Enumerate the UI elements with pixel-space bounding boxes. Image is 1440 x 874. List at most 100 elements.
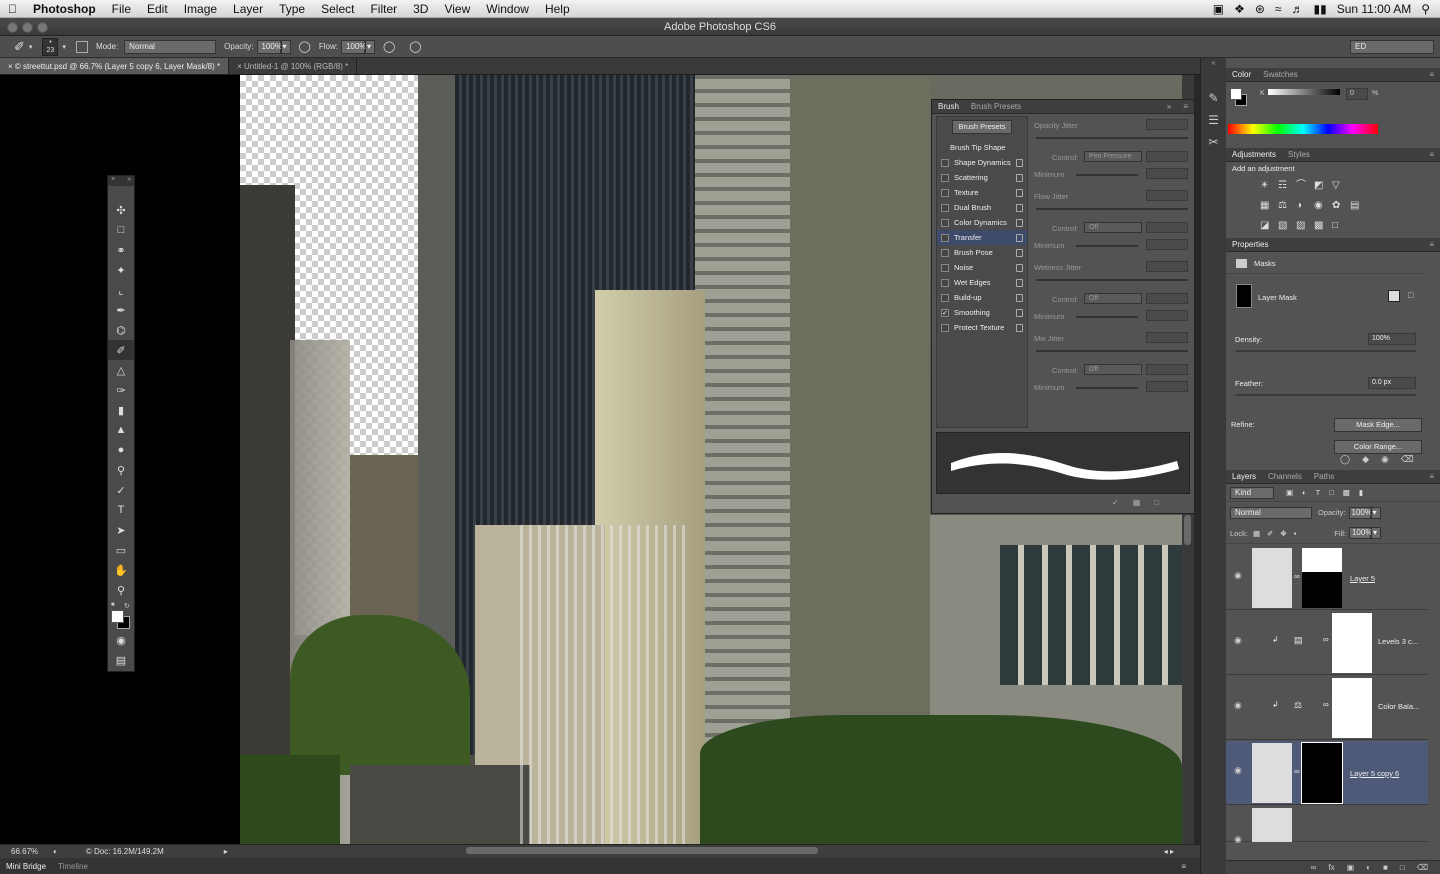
checkbox[interactable]: [941, 158, 949, 167]
tools-panel-header[interactable]: ×»: [108, 176, 134, 186]
layer-row[interactable]: ◉ ↲ ⚖ ∞ Color Bala...: [1226, 676, 1428, 740]
control-select-off[interactable]: Off: [1084, 222, 1142, 233]
lock-transparent-icon[interactable]: ▦: [1253, 529, 1260, 538]
filter-shape-icon[interactable]: □: [1329, 488, 1334, 497]
menu-help[interactable]: Help: [537, 2, 578, 16]
tab-swatches[interactable]: Swatches: [1257, 70, 1304, 79]
brush-option-item[interactable]: Texture: [937, 185, 1027, 200]
minimum-slider[interactable]: [1076, 316, 1138, 318]
airbrush-icon[interactable]: ◯: [383, 40, 395, 53]
apple-icon[interactable]: : [0, 2, 25, 16]
feather-slider[interactable]: [1236, 394, 1416, 396]
brush-option-item[interactable]: Color Dynamics: [937, 215, 1027, 230]
minimum-value[interactable]: [1146, 168, 1188, 179]
menu-file[interactable]: File: [104, 2, 139, 16]
lock-icon[interactable]: [1016, 188, 1023, 197]
color-balance-icon[interactable]: ⚖: [1278, 196, 1296, 216]
zoom-level[interactable]: 66.67%: [11, 847, 47, 856]
checkbox[interactable]: [941, 248, 949, 257]
clone-stamp-tool-icon[interactable]: △: [108, 360, 134, 380]
chain-link-icon[interactable]: ∞: [1323, 700, 1329, 709]
menu-view[interactable]: View: [436, 2, 478, 16]
eraser-tool-icon[interactable]: ▮: [108, 400, 134, 420]
menu-photoshop[interactable]: Photoshop: [25, 2, 104, 16]
tool-preset-dropdown-icon[interactable]: ▾: [29, 43, 33, 51]
layer-style-icon[interactable]: fx: [1328, 863, 1334, 872]
type-tool-icon[interactable]: T: [108, 500, 134, 520]
minimum-value[interactable]: [1146, 381, 1188, 392]
layer-opacity-input[interactable]: 100%: [1348, 506, 1372, 519]
close-window-button[interactable]: [7, 22, 18, 33]
opacity-arrow-icon[interactable]: ▾: [1370, 506, 1381, 519]
lock-position-icon[interactable]: ✥: [1280, 529, 1286, 538]
brush-tool-icon[interactable]: ✐: [108, 340, 134, 360]
foreground-color[interactable]: [111, 610, 124, 623]
visibility-eye-icon[interactable]: ◉: [1234, 700, 1242, 711]
new-adjustment-icon[interactable]: ◐: [1366, 863, 1371, 872]
zoom-window-button[interactable]: [37, 22, 48, 33]
opacity-jitter-slider[interactable]: [1036, 137, 1188, 139]
spotlight-search-icon[interactable]: ⚲: [1421, 2, 1430, 16]
control-value-box[interactable]: [1146, 293, 1188, 304]
checkbox[interactable]: [941, 278, 949, 287]
control-select-off[interactable]: Off: [1084, 293, 1142, 304]
layer-row[interactable]: ◉ ∞ Layer 5: [1226, 546, 1428, 610]
quick-mask-icon[interactable]: ◉: [108, 630, 134, 650]
panel-menu-icon[interactable]: ≡: [1423, 150, 1440, 159]
color-lookup-icon[interactable]: ▤: [1350, 196, 1368, 216]
wetness-jitter-value[interactable]: [1146, 261, 1188, 272]
new-layer-icon[interactable]: □: [1400, 863, 1405, 872]
rectangle-tool-icon[interactable]: ▭: [108, 540, 134, 560]
horizontal-scroll-thumb[interactable]: [466, 847, 818, 854]
flow-jitter-slider[interactable]: [1036, 208, 1188, 210]
volume-icon[interactable]: ♬: [1291, 2, 1303, 16]
blend-mode-select[interactable]: Normal: [1230, 506, 1312, 519]
scroll-arrows-icon[interactable]: ◂ ▸: [1164, 847, 1174, 856]
tab-timeline[interactable]: Timeline: [52, 862, 94, 871]
collapse-icon[interactable]: »: [1161, 102, 1177, 111]
vertical-scroll-thumb[interactable]: [1184, 515, 1191, 545]
flow-input[interactable]: 100%: [340, 39, 366, 54]
posterize-icon[interactable]: ▧: [1278, 216, 1296, 236]
menu-layer[interactable]: Layer: [225, 2, 271, 16]
brush-picker-arrow-icon[interactable]: ▾: [62, 43, 66, 51]
mix-jitter-value[interactable]: [1146, 332, 1188, 343]
mask-edge-button[interactable]: Mask Edge...: [1334, 418, 1422, 432]
move-tool-icon[interactable]: ✣: [108, 200, 134, 220]
wetness-jitter-slider[interactable]: [1036, 279, 1188, 281]
delete-layer-icon[interactable]: ⌫: [1417, 863, 1428, 872]
marquee-tool-icon[interactable]: □: [108, 220, 134, 240]
layer-row[interactable]: ◉ ↲ ▤ ∞ Levels 3 c...: [1226, 611, 1428, 675]
panel-menu-icon[interactable]: ≡: [1181, 862, 1186, 871]
tab-streettut[interactable]: × © streettut.psd @ 66.7% (Layer 5 copy …: [0, 58, 230, 74]
lock-image-icon[interactable]: ✐: [1267, 529, 1273, 538]
path-selection-tool-icon[interactable]: ➤: [108, 520, 134, 540]
minimum-value[interactable]: [1146, 239, 1188, 250]
lock-icon[interactable]: [1016, 203, 1023, 212]
paint-bucket-tool-icon[interactable]: ▲: [108, 420, 134, 440]
opacity-input[interactable]: 100%: [256, 39, 282, 54]
brush-option-item[interactable]: Protect Texture: [937, 320, 1027, 335]
minimum-slider[interactable]: [1076, 245, 1138, 247]
link-layers-icon[interactable]: ∞: [1311, 863, 1317, 872]
tab-brush[interactable]: Brush: [932, 102, 965, 111]
control-value-box[interactable]: [1146, 222, 1188, 233]
eyedropper-tool-icon[interactable]: ✒: [108, 300, 134, 320]
lock-icon[interactable]: [1016, 323, 1023, 332]
brush-option-item[interactable]: Brush Pose: [937, 245, 1027, 260]
collapse-icon[interactable]: «: [1201, 60, 1226, 67]
tab-brush-presets[interactable]: Brush Presets: [965, 102, 1027, 111]
bluetooth-icon[interactable]: ⊛: [1255, 2, 1265, 16]
lock-icon[interactable]: [1016, 218, 1023, 227]
chain-link-icon[interactable]: ∞: [1294, 572, 1300, 581]
color-range-button[interactable]: Color Range...: [1334, 440, 1422, 454]
brush-tool-icon[interactable]: ✐: [14, 39, 25, 55]
minimum-value[interactable]: [1146, 310, 1188, 321]
tool-presets-icon[interactable]: ✂: [1201, 135, 1226, 149]
menu-filter[interactable]: Filter: [362, 2, 405, 16]
lock-icon[interactable]: [1016, 158, 1023, 167]
tab-color[interactable]: Color: [1226, 70, 1257, 79]
collapse-icon[interactable]: »: [127, 176, 131, 186]
quick-selection-tool-icon[interactable]: ✦: [108, 260, 134, 280]
brush-option-item[interactable]: Dual Brush: [937, 200, 1027, 215]
